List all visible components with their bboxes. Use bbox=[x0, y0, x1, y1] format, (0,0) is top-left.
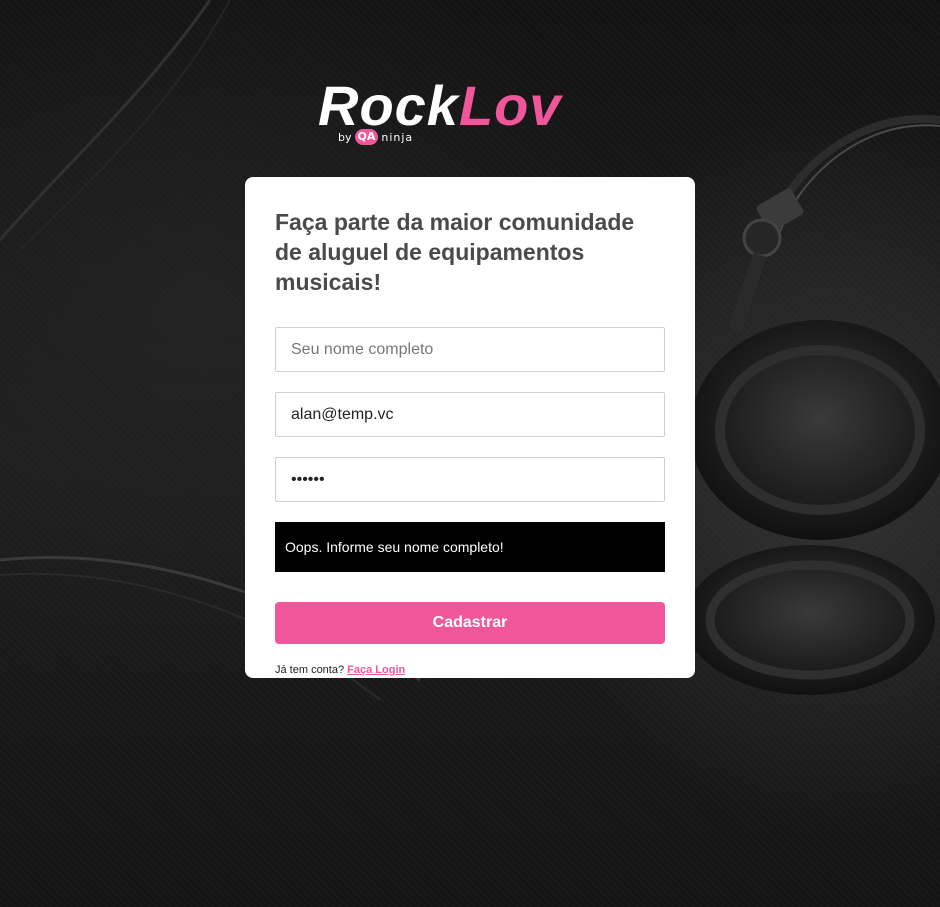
error-alert: Oops. Informe seu nome completo! bbox=[275, 522, 665, 572]
logo-wordmark: RockLov bbox=[318, 78, 562, 134]
qa-ninja-icon: QA bbox=[354, 129, 379, 145]
login-link[interactable]: Faça Login bbox=[347, 664, 405, 676]
rocklov-logo: RockLov by QA ninja bbox=[318, 78, 622, 150]
signup-heading: Faça parte da maior comunidade de alugue… bbox=[275, 209, 635, 295]
signup-card: Faça parte da maior comunidade de alugue… bbox=[245, 177, 695, 678]
password-input[interactable] bbox=[275, 457, 665, 502]
email-input[interactable] bbox=[275, 392, 665, 437]
logo-rock: Rock bbox=[318, 74, 459, 137]
logo-lov: Lov bbox=[458, 74, 562, 137]
logo-byline: by QA ninja bbox=[338, 129, 413, 145]
login-prompt-text: Já tem conta? bbox=[275, 664, 345, 676]
login-prompt: Já tem conta? Faça Login bbox=[275, 664, 665, 676]
logo-ninja: ninja bbox=[381, 130, 414, 144]
logo-by: by bbox=[338, 130, 352, 144]
full-name-input[interactable] bbox=[275, 327, 665, 372]
register-button[interactable]: Cadastrar bbox=[275, 602, 665, 644]
